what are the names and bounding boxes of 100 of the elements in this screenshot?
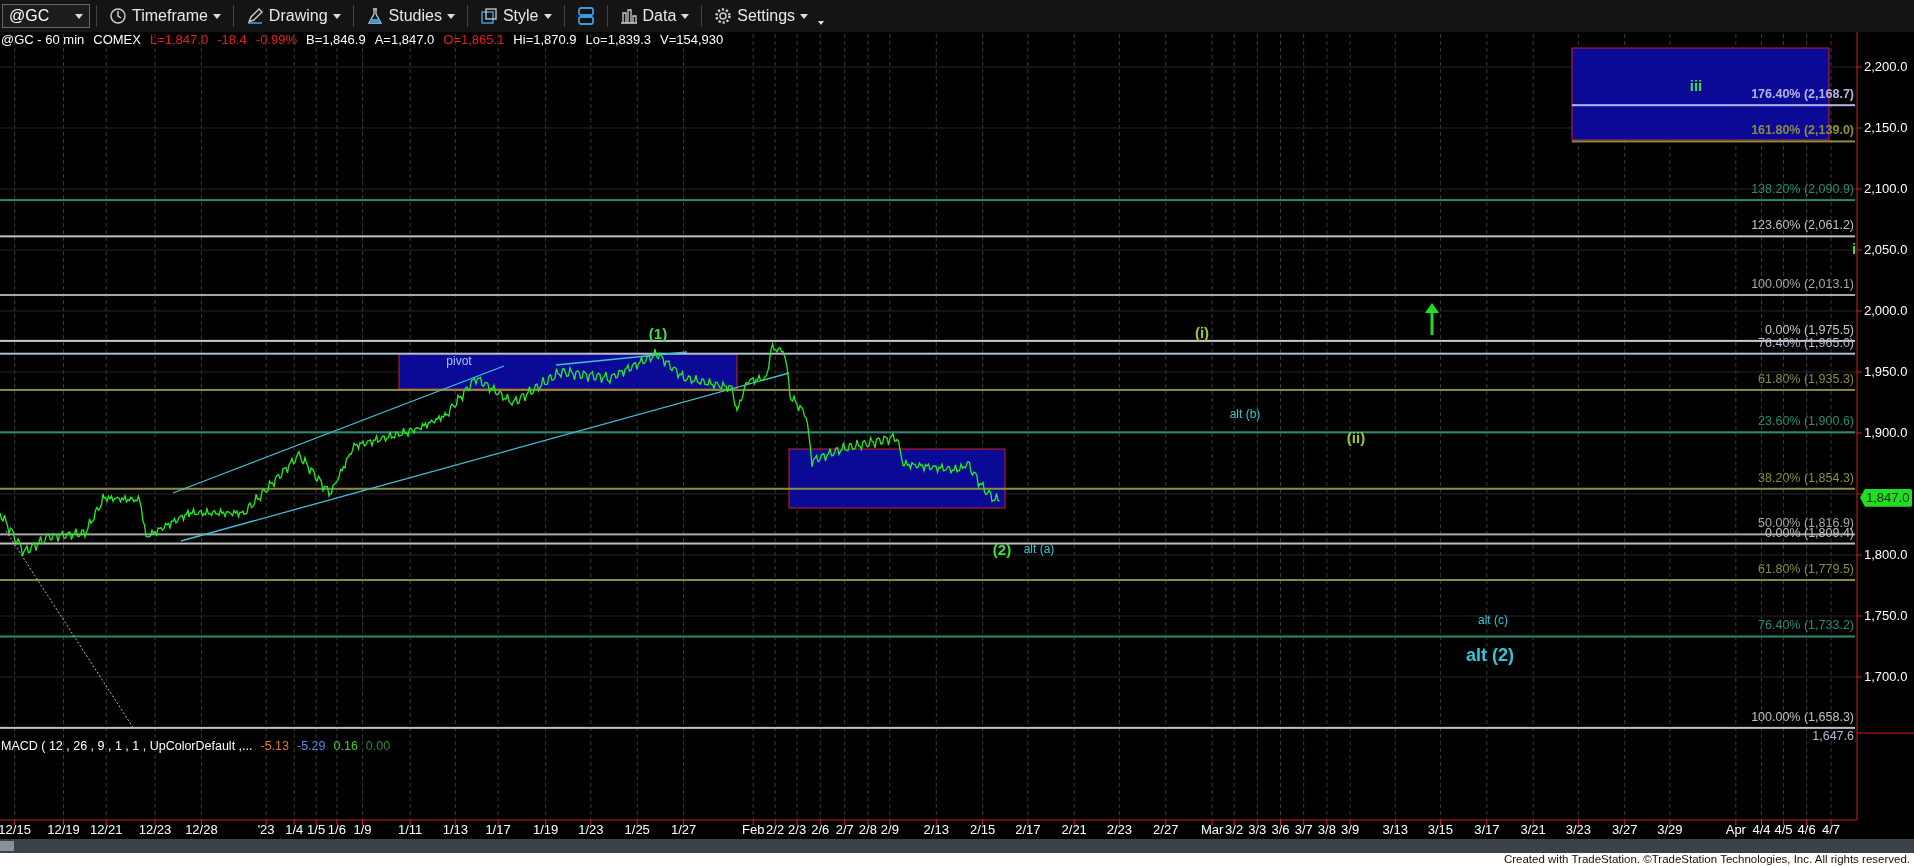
fibonacci-label: 100.00% (1,658.3) (1751, 709, 1854, 725)
date-axis-label: 2/27 (1153, 822, 1179, 838)
date-axis-label: 2/2 (766, 822, 785, 838)
macd-value: -5.13 (260, 739, 289, 754)
toolbar-menu-button[interactable]: Studies (359, 2, 461, 30)
date-axis-label: 1/5 (307, 822, 326, 838)
price-axis-label: 2,150.0 (1864, 120, 1908, 136)
wave-label: alt (c) (1478, 613, 1508, 627)
quote-value: Hi=1,870.9 (513, 32, 577, 48)
date-axis-label: 1/27 (670, 822, 697, 838)
quote-value: COMEX (93, 32, 141, 48)
date-axis-label: 4/6 (1797, 822, 1816, 838)
footer-text: Created with TradeStation. ©TradeStation Technologies, Inc. All rights reserved. (1503, 853, 1910, 866)
price-label: 1,647.6 (1812, 728, 1854, 744)
price-axis-label: 2,050.0 (1864, 242, 1908, 258)
caret-icon[interactable] (818, 21, 825, 25)
date-axis-label: 12/21 (89, 822, 123, 838)
date-axis-label: 3/29 (1657, 822, 1683, 838)
date-axis-label: Mar (1200, 822, 1224, 838)
wave-label: alt (a) (1023, 542, 1055, 556)
quote-value: Lo=1,839.3 (585, 32, 652, 48)
date-axis-label: 4/4 (1752, 822, 1771, 838)
flask-icon (365, 7, 384, 25)
price-axis-label: 1,750.0 (1864, 608, 1908, 624)
wave-label: i (1851, 239, 1857, 257)
wave-label: iii (1689, 76, 1703, 94)
toolbar-menu-button[interactable]: Timeframe (103, 2, 227, 30)
date-axis-label: 1/19 (533, 822, 559, 838)
quote-value: -18.4 (217, 32, 247, 48)
toolbar-menu-button[interactable]: Settings (708, 2, 815, 30)
wave-label: alt (2) (1466, 644, 1514, 666)
date-axis-label: 2/13 (923, 822, 949, 838)
scrollbar[interactable] (0, 839, 1914, 853)
toolbar-menu-button[interactable]: Drawing (239, 2, 347, 30)
price-axis-label: 1,900.0 (1864, 425, 1908, 441)
date-axis-label: 2/23 (1106, 822, 1133, 838)
date-axis-label: 2/8 (858, 822, 877, 838)
date-axis-label: 12/19 (47, 822, 80, 838)
fibonacci-label: 61.80% (1,779.5) (1758, 562, 1854, 577)
date-axis-label: 1/11 (397, 822, 423, 838)
wave-label: pivot (446, 354, 472, 368)
date-axis-label: 2/3 (788, 822, 807, 838)
date-axis-label: 2/15 (970, 822, 996, 838)
price-axis-label: 1,950.0 (1864, 364, 1908, 380)
date-axis-label: 12/23 (138, 822, 172, 838)
date-axis-label: 3/15 (1427, 822, 1454, 838)
caret-icon (212, 13, 221, 19)
macd-value: 0.00 (365, 739, 391, 754)
fibonacci-label: 100.00% (2,013.1) (1751, 277, 1854, 292)
date-axis-label: 2/17 (1015, 822, 1041, 838)
wave-label: (2) (992, 540, 1012, 558)
caret-icon (681, 13, 690, 19)
toolbar-menu-button[interactable]: Data (613, 2, 696, 30)
date-axis-label: 12/28 (185, 822, 218, 838)
date-axis-label: Apr (1725, 822, 1746, 838)
date-axis-label: 1/9 (353, 822, 372, 838)
pencil-icon (245, 7, 264, 25)
date-axis-label: 3/8 (1317, 822, 1336, 838)
fibonacci-label: 23.60% (1,900.6) (1758, 414, 1854, 430)
date-axis-label: 3/21 (1520, 822, 1546, 838)
date-axis-label: '23 (257, 822, 275, 838)
date-axis-label: 2/21 (1061, 822, 1087, 838)
date-axis-label: 1/17 (485, 822, 511, 838)
quote-value: L=1,847.0 (149, 32, 209, 48)
quote-value: -0.99% (255, 32, 297, 48)
fibonacci-label: 76.40% (1,733.2) (1758, 618, 1854, 634)
date-axis-label: 1/13 (442, 822, 468, 838)
date-axis-label: 1/23 (578, 822, 604, 838)
date-axis-label: 12/15 (0, 822, 31, 838)
caret-icon (75, 13, 83, 19)
macd-label: MACD ( 12 , 26 , 9 , 1 , 1 , UpColorDefault ,... (1, 739, 253, 754)
price-axis-label: 1,800.0 (1864, 547, 1908, 563)
wave-label: (1) (648, 324, 668, 342)
date-axis-label: 1/4 (285, 822, 304, 838)
squares-icon (479, 7, 498, 25)
quote-value: A=1,847.0 (374, 32, 435, 48)
date-axis-label: 1/25 (624, 822, 650, 838)
caret-icon (446, 13, 455, 19)
settings-icon (714, 7, 733, 25)
date-axis-label: 2/7 (835, 822, 854, 838)
date-axis-label: 3/13 (1382, 822, 1408, 838)
toolbar-menu-button[interactable]: Style (473, 2, 558, 30)
quote-value: O=1,865.1 (443, 32, 505, 48)
up-arrow-icon (1425, 303, 1439, 335)
caret-icon (543, 13, 552, 19)
date-axis-label: 3/7 (1294, 822, 1313, 838)
scrollbar-thumb[interactable] (0, 841, 14, 851)
symbol-field[interactable]: @GC (2, 4, 90, 28)
fibonacci-label: 123.60% (2,061.2) (1751, 218, 1854, 234)
wave-label: alt (b) (1229, 407, 1261, 421)
price-axis-label: 2,200.0 (1864, 59, 1908, 75)
fibonacci-label: 161.80% (2,139.0) (1751, 123, 1854, 139)
wave-label: (i) (1194, 323, 1210, 341)
date-axis-label: 2/6 (811, 822, 830, 838)
date-axis-label: 3/27 (1612, 822, 1638, 838)
date-axis-label: 1/6 (327, 822, 346, 838)
date-axis-label: 3/6 (1271, 822, 1290, 838)
stacked-panels-icon (576, 6, 595, 26)
price-axis-label: 1,700.0 (1864, 669, 1908, 685)
date-axis-label: 4/5 (1774, 822, 1793, 838)
